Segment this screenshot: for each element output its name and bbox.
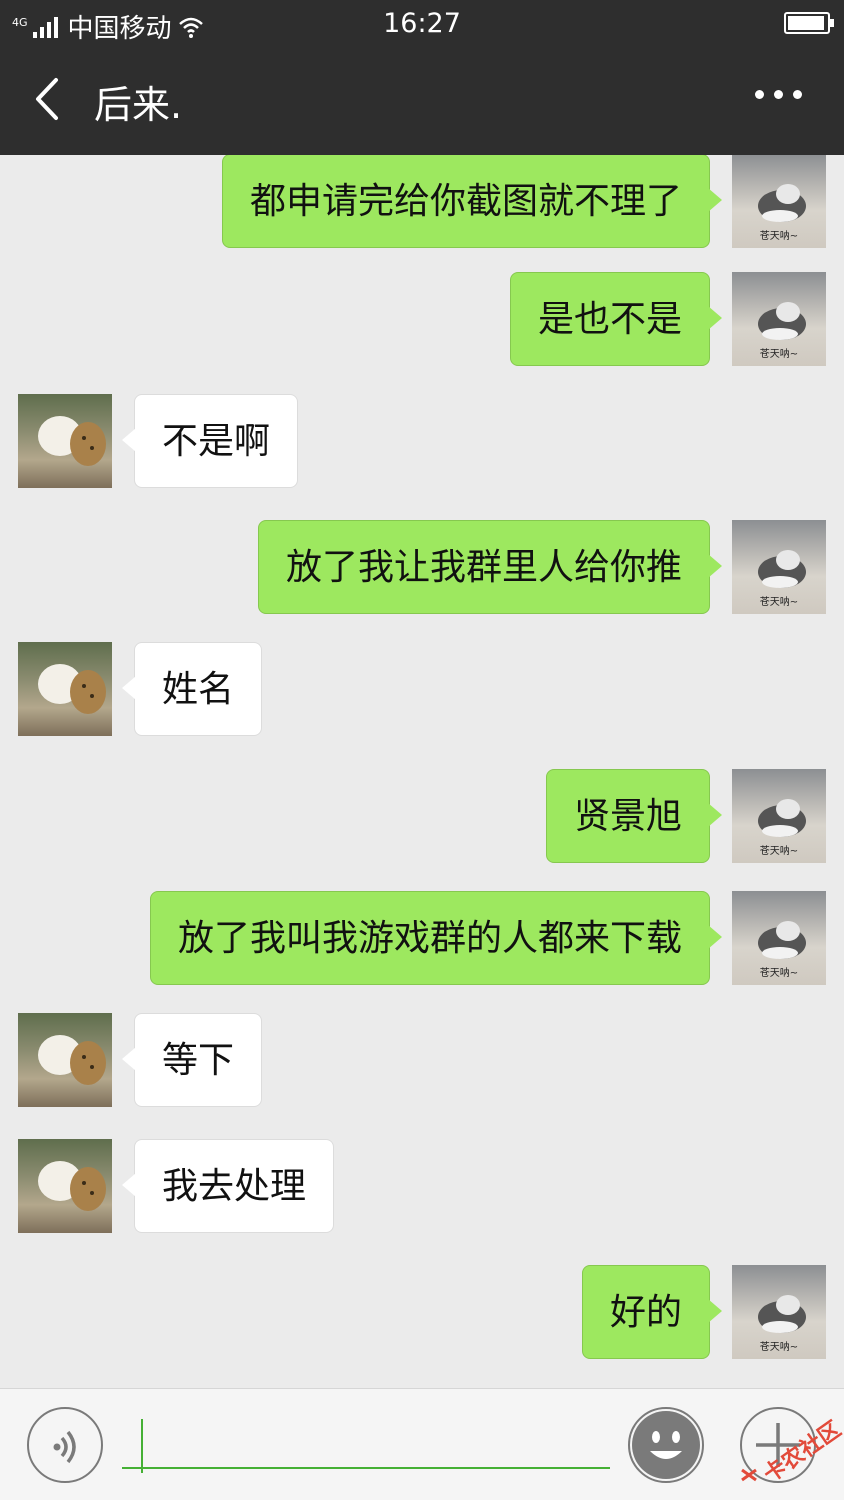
battery-icon <box>784 12 834 34</box>
chevron-left-icon <box>36 78 58 120</box>
message-bubble[interactable]: 姓名 <box>121 642 263 736</box>
watermark-text: 卡农社区 <box>759 1416 844 1487</box>
self-avatar[interactable]: 苍天呐~ <box>732 1265 826 1359</box>
message-row: 是也不是 苍天呐~ <box>0 272 844 368</box>
text-cursor <box>141 1419 143 1473</box>
message-row: 我去处理 <box>0 1139 844 1235</box>
message-row: 放了我让我群里人给你推 苍天呐~ <box>0 520 844 616</box>
animals-photo-icon <box>38 1161 106 1211</box>
chat-title: 后来. <box>94 83 183 127</box>
message-list[interactable]: 都申请完给你截图就不理了 苍天呐~ 是也不是 苍天呐~ 不是啊 放了我让我群里人… <box>0 155 844 1388</box>
contact-avatar[interactable] <box>18 394 112 488</box>
message-bubble[interactable]: 都申请完给你截图就不理了 <box>221 155 723 248</box>
clock: 16:27 <box>383 8 461 39</box>
message-bubble[interactable]: 不是啊 <box>121 394 299 488</box>
self-avatar[interactable]: 苍天呐~ <box>732 155 826 248</box>
message-bubble[interactable]: 我去处理 <box>121 1139 335 1233</box>
emoji-icon <box>632 1411 700 1479</box>
animals-photo-icon <box>38 664 106 714</box>
message-row: 不是啊 <box>0 394 844 490</box>
message-bubble[interactable]: 贤景旭 <box>545 769 723 863</box>
animals-photo-icon <box>38 1035 106 1085</box>
more-button[interactable] <box>755 90 802 99</box>
message-row: 等下 <box>0 1013 844 1109</box>
animals-photo-icon <box>38 416 106 466</box>
self-avatar[interactable]: 苍天呐~ <box>732 769 826 863</box>
message-bubble[interactable]: 等下 <box>121 1013 263 1107</box>
status-bar: 4G 中国移动 16:27 <box>0 0 844 46</box>
message-row: 放了我叫我游戏群的人都来下载 苍天呐~ <box>0 891 844 987</box>
self-avatar[interactable]: 苍天呐~ <box>732 891 826 985</box>
message-input[interactable] <box>122 1405 610 1473</box>
contact-avatar[interactable] <box>18 642 112 736</box>
voice-button[interactable] <box>27 1407 103 1483</box>
message-bubble[interactable]: 放了我让我群里人给你推 <box>257 520 723 614</box>
contact-avatar[interactable] <box>18 1139 112 1233</box>
self-avatar[interactable]: 苍天呐~ <box>732 520 826 614</box>
chat-header: 后来. <box>0 50 844 150</box>
back-button[interactable] <box>28 76 68 122</box>
contact-avatar[interactable] <box>18 1013 112 1107</box>
title-bar: 4G 中国移动 16:27 后来. <box>0 0 844 155</box>
message-bubble[interactable]: 好的 <box>581 1265 723 1359</box>
watermark-logo: 卡农社区 <box>736 1410 844 1490</box>
emoji-button[interactable] <box>628 1407 704 1483</box>
input-bar <box>0 1388 844 1500</box>
message-row: 好的 苍天呐~ <box>0 1265 844 1361</box>
message-row: 都申请完给你截图就不理了 苍天呐~ <box>0 155 844 250</box>
voice-icon <box>53 1430 76 1464</box>
more-dots-icon <box>755 90 764 99</box>
message-bubble[interactable]: 是也不是 <box>509 272 723 366</box>
self-avatar[interactable]: 苍天呐~ <box>732 272 826 366</box>
message-bubble[interactable]: 放了我叫我游戏群的人都来下载 <box>149 891 723 985</box>
message-row: 贤景旭 苍天呐~ <box>0 769 844 865</box>
message-row: 姓名 <box>0 642 844 738</box>
